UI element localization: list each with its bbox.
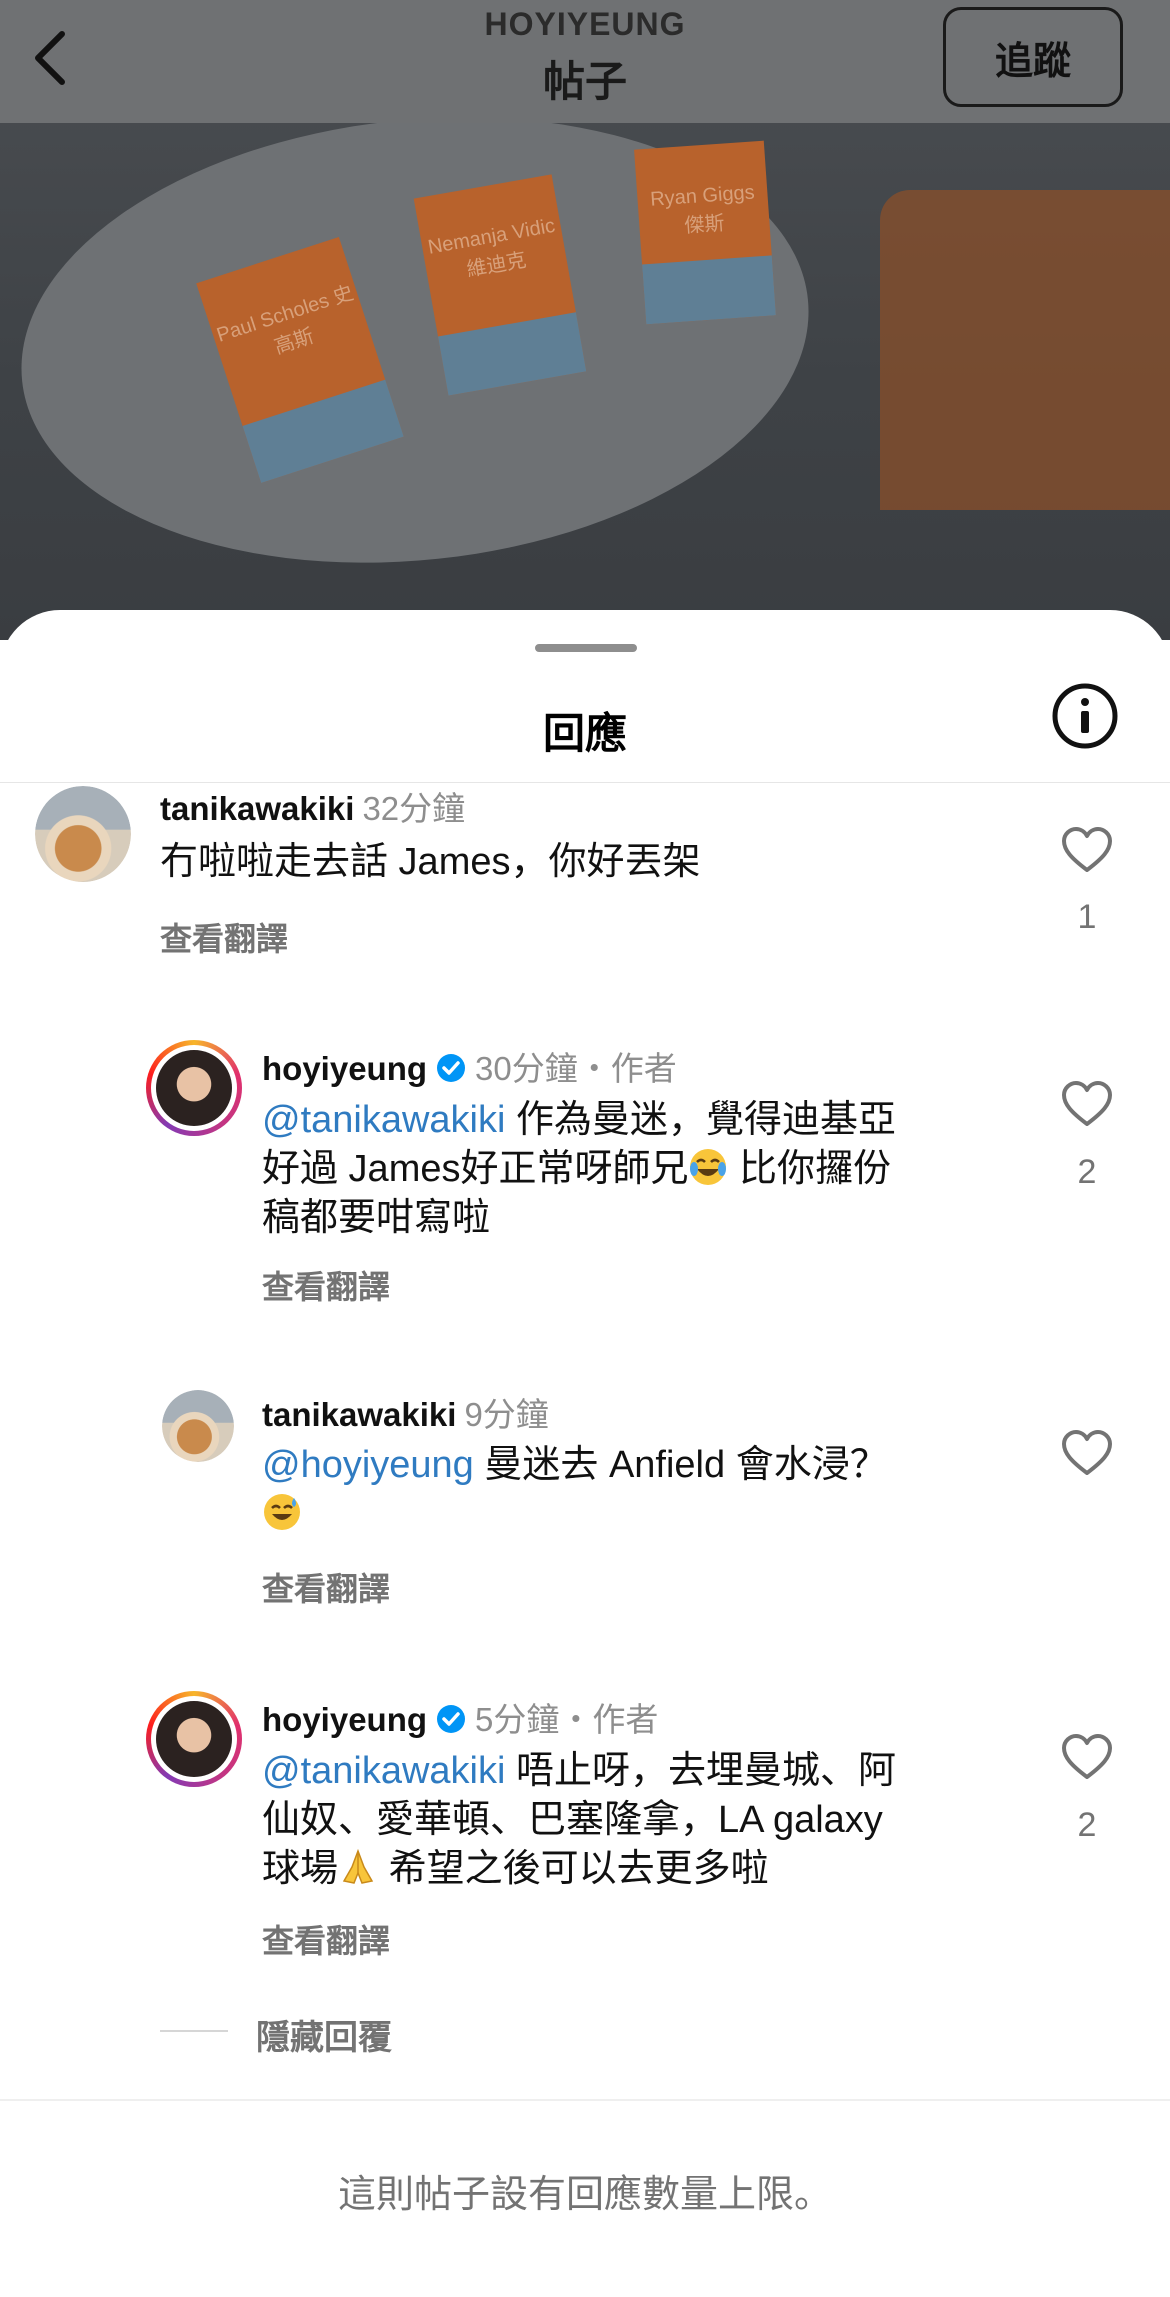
see-translation-link[interactable]: 查看翻譯 xyxy=(262,1262,390,1308)
photo-name-card: Ryan Giggs 傑斯 xyxy=(634,140,776,325)
heart-icon[interactable] xyxy=(1061,1733,1113,1781)
comment-username[interactable]: tanikawakiki xyxy=(262,1396,456,1433)
photo-seat xyxy=(880,190,1170,510)
see-translation-link[interactable]: 查看翻譯 xyxy=(262,1916,390,1962)
top-bar: HOYIYEUNG 帖子 追蹤 xyxy=(0,0,1170,123)
comment-username[interactable]: tanikawakiki xyxy=(160,790,354,827)
mention-link[interactable]: @tanikawakiki xyxy=(262,1750,505,1792)
comment-time: 30分鐘 xyxy=(475,1050,578,1087)
avatar[interactable] xyxy=(162,1390,234,1462)
replies-divider xyxy=(160,2030,228,2032)
sheet-title: 回應 xyxy=(542,710,627,757)
comment-text: @tanikawakiki 唔止呀，去埋曼城、阿 仙奴、愛華頓、巴塞隆拿，LA … xyxy=(262,1750,896,1890)
info-icon[interactable] xyxy=(1051,682,1119,750)
avatar[interactable] xyxy=(146,1691,242,1787)
heart-icon[interactable] xyxy=(1061,1429,1113,1477)
avatar[interactable] xyxy=(35,786,131,882)
divider xyxy=(0,2099,1170,2101)
verified-badge-icon xyxy=(437,1054,466,1082)
heart-icon[interactable] xyxy=(1061,1080,1113,1128)
comment-text: 冇啦啦走去話 James，你好丟架 xyxy=(160,841,701,883)
see-translation-link[interactable]: 查看翻譯 xyxy=(262,1564,390,1610)
comment-time: 9分鐘 xyxy=(464,1396,549,1433)
comment-text: @tanikawakiki 作為曼迷，覺得迪基亞 好過 James好正常呀師兄 … xyxy=(262,1099,896,1239)
author-label: ・作者 xyxy=(559,1701,659,1738)
comment-time: 5分鐘 xyxy=(475,1701,560,1738)
comment-username[interactable]: hoyiyeung xyxy=(262,1701,427,1738)
comment-limit-note: 這則帖子設有回應數量上限。 xyxy=(337,2174,832,2216)
author-label: ・作者 xyxy=(577,1050,677,1087)
verified-badge-icon xyxy=(437,1705,466,1733)
laughing-emoji-icon xyxy=(690,1149,727,1185)
heart-icon[interactable] xyxy=(1061,826,1113,874)
hide-replies-button[interactable]: 隱藏回覆 xyxy=(256,2010,392,2059)
comment-username[interactable]: hoyiyeung xyxy=(262,1050,427,1087)
like-count: 1 xyxy=(1077,898,1097,936)
like-count: 2 xyxy=(1077,1153,1097,1191)
follow-button[interactable]: 追蹤 xyxy=(943,7,1123,107)
sweat-smile-emoji-icon xyxy=(264,1494,300,1530)
folded-hands-emoji-icon xyxy=(342,1848,374,1884)
comment-time: 32分鐘 xyxy=(362,790,466,827)
comment-text: @hoyiyeung 曼迷去 Anfield 會水浸？ xyxy=(262,1441,1022,1539)
avatar[interactable] xyxy=(146,1040,242,1136)
sheet-grabber[interactable] xyxy=(535,644,637,652)
mention-link[interactable]: @hoyiyeung xyxy=(262,1444,474,1486)
mention-link[interactable]: @tanikawakiki xyxy=(262,1099,505,1141)
like-count: 2 xyxy=(1077,1806,1097,1844)
see-translation-link[interactable]: 查看翻譯 xyxy=(160,914,288,960)
